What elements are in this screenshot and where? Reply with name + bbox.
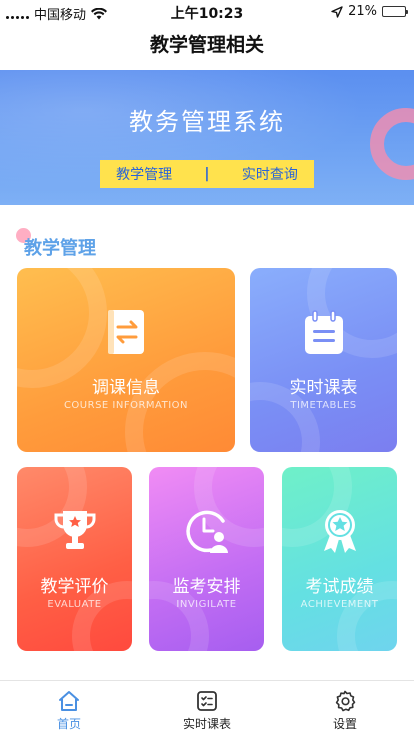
card-invigilate[interactable]: 监考安排 INVIGILATE [149,467,264,651]
card-bubble [17,268,107,388]
schedule-icon [197,691,217,711]
location-arrow-icon [331,5,343,18]
card-subtitle: INVIGILATE [176,599,237,610]
exchange-book-icon [108,310,144,354]
card-timetables[interactable]: 实时课表 TIMETABLES [250,268,397,452]
status-bar: 中国移动 上午10:23 21% [0,0,414,24]
battery-icon [382,6,408,17]
gear-icon [335,690,356,712]
banner-link-bar: 教学管理 | 实时查询 [100,160,314,188]
banner-title: 教务管理系统 [129,108,285,136]
tab-settings[interactable]: 设置 [295,689,395,732]
tab-timetable[interactable]: 实时课表 [157,689,257,732]
calendar-icon [304,310,343,354]
card-title: 监考安排 [172,577,241,597]
card-achievement[interactable]: 考试成绩 ACHIEVEMENT [282,467,397,651]
tab-label: 设置 [332,717,357,731]
battery-percent: 21% [348,4,377,19]
tab-label: 首页 [56,717,81,731]
card-subtitle: COURSE INFORMATION [63,400,189,411]
card-title: 调课信息 [92,378,160,398]
home-icon [59,691,79,711]
tab-bar: 首页 实时课表 设置 [0,680,414,736]
card-subtitle: EVALUATE [47,599,102,610]
card-evaluate[interactable]: 教学评价 EVALUATE [17,467,132,651]
card-course-information[interactable]: 调课信息 COURSE INFORMATION [17,268,235,452]
card-subtitle: ACHIEVEMENT [300,599,379,610]
card-subtitle: TIMETABLES [290,400,357,411]
banner-link-teaching[interactable]: 教学管理 [116,164,172,184]
clock-person-icon [185,510,228,553]
page-title: 教学管理相关 [149,34,264,56]
banner: 教务管理系统 教学管理 | 实时查询 [0,70,414,205]
card-title: 实时课表 [289,378,358,398]
banner-link-query[interactable]: 实时查询 [242,164,298,184]
medal-icon [323,510,356,553]
tab-label: 实时课表 [182,717,231,731]
card-title: 教学评价 [40,577,109,597]
trophy-icon [54,511,95,549]
card-title: 考试成绩 [305,577,374,597]
status-right: 21% [331,4,408,19]
tab-home[interactable]: 首页 [19,689,119,732]
banner-divider: | [204,166,210,182]
section-title: 教学管理 [24,238,96,259]
